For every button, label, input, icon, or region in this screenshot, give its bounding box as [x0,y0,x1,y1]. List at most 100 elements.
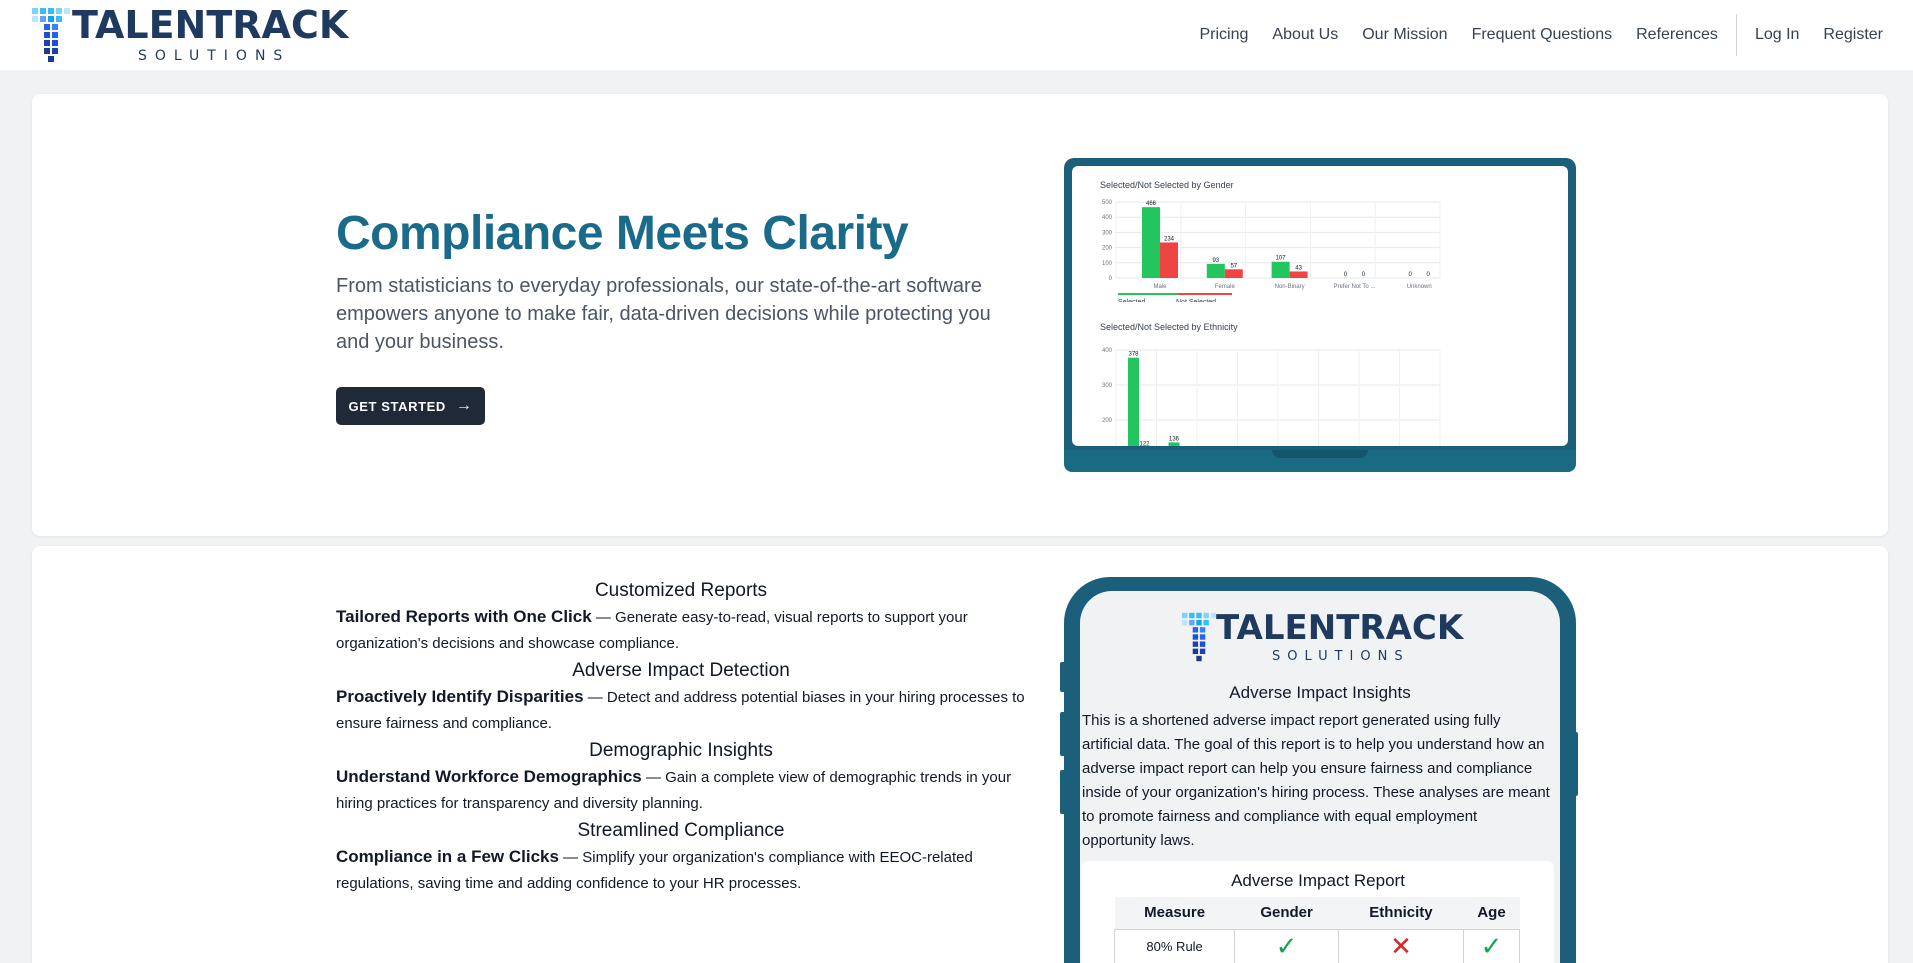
legend-selected-label: Selected [1118,299,1145,302]
column-header: Age [1463,897,1520,929]
gender-cell: ✓ [1234,928,1339,963]
report-card: Adverse Impact Report Measure Gender Eth… [1082,861,1554,963]
pixel-t-logo-icon [1181,612,1217,662]
cross-icon: ✕ [1390,930,1412,961]
phone-brand-logo: TALENTRACK SOLUTIONS [1180,609,1480,665]
column-header: Measure [1114,897,1235,929]
register-link[interactable]: Register [1823,24,1883,46]
feature-body: Tailored Reports with One Click — Genera… [336,604,1026,657]
get-started-button[interactable]: GET STARTED → [336,387,485,425]
data-label: 57 [1230,263,1237,269]
data-label: 234 [1164,236,1175,242]
feature-heading: Streamlined Compliance [577,820,785,841]
column-header: Ethnicity [1338,897,1464,929]
gender-chart: 0 100 200 300 400 500 466 93 107 0 0 234 57 43 0 0 Male F… [1102,200,1441,302]
check-icon: ✓ [1275,930,1298,961]
login-link[interactable]: Log In [1755,24,1799,46]
feature-body: Understand Workforce Demographics — Gain… [336,764,1026,817]
laptop-mockup: Selected/Not Selected by Gender 0 100 200 3… [1064,158,1576,472]
brand-tagline: SOLUTIONS [1272,649,1410,664]
feature-lead: Understand Workforce Demographics [336,767,642,786]
bar [1160,242,1178,278]
laptop-notch [1272,450,1368,458]
feature-lead: Tailored Reports with One Click [336,607,592,626]
x-tick-label: Non-Binary [1275,284,1305,290]
hero-subtitle: From statisticians to everyday professio… [336,275,991,353]
feature-heading: Demographic Insights [589,740,773,761]
nav-link-references[interactable]: References [1636,24,1718,46]
bar [1271,261,1290,278]
nav-link-about-us[interactable]: About Us [1272,24,1338,46]
x-tick-label: Prefer Not To ... [1333,284,1375,290]
feature-lead: Proactively Identify Disparities [336,687,584,706]
ethnicity-chart-title: Selected/Not Selected by Ethnicity [1100,322,1238,332]
feature-streamlined-compliance: Streamlined Compliance Compliance in a F… [336,818,1026,897]
nav-divider [1735,14,1737,56]
feature-adverse-impact: Adverse Impact Detection Proactively Ide… [336,658,1026,737]
report-title: Adverse Impact Report [1231,871,1405,890]
phone-mockup: TALENTRACK SOLUTIONS Adverse Impact Insi… [1064,577,1576,963]
data-label: 0 [1344,272,1348,278]
y-tick-label: 300 [1102,383,1113,389]
nav-link-faq[interactable]: Frequent Questions [1472,24,1613,46]
data-label: 93 [1212,258,1219,264]
bar [1289,271,1308,278]
measure-cell: 80% Rule [1113,928,1236,963]
feature-demographic-insights: Demographic Insights Understand Workforc… [336,738,1026,817]
legend-not-selected-label: Not Selected [1176,299,1216,302]
nav-link-our-mission[interactable]: Our Mission [1362,24,1447,46]
feature-customized-reports: Customized Reports Tailored Reports with… [336,578,1026,657]
y-tick-label: 100 [1102,261,1113,267]
report-table: Measure Gender Ethnicity Age 80% Rule ✓ … [1113,897,1520,963]
data-label: 43 [1295,265,1302,271]
bar [1224,269,1243,278]
y-tick-label: 400 [1102,348,1113,354]
table-header-row: Measure Gender Ethnicity Age [1114,897,1520,929]
phone-description: This is a shortened adverse impact repor… [1082,712,1550,849]
laptop-screen: Selected/Not Selected by Gender 0 100 200 3… [1072,166,1568,446]
feature-heading: Customized Reports [594,580,768,601]
top-navbar: TALENTRACK SOLUTIONS Pricing About Us Ou… [0,0,1913,70]
bar [1142,207,1160,278]
feature-lead: Compliance in a Few Clicks [336,847,559,866]
nav-link-pricing[interactable]: Pricing [1200,24,1249,46]
feature-body: Compliance in a Few Clicks — Simplify yo… [336,844,1026,897]
bar [1168,442,1180,446]
bar [1128,357,1139,446]
brand-name: TALENTRACK [72,3,349,47]
get-started-label: GET STARTED [348,398,446,414]
arrow-right-icon: → [455,397,473,414]
data-label: 378 [1128,352,1139,358]
brand-name: TALENTRACK [1216,608,1464,648]
data-label: 0 [1362,272,1366,278]
data-label: 107 [1276,256,1287,262]
pixel-t-logo-icon [32,8,70,62]
y-tick-label: 500 [1102,200,1113,206]
ethnicity-cell: ✕ [1337,928,1465,963]
x-tick-label: Unknown [1407,284,1432,290]
phone-screen: TALENTRACK SOLUTIONS Adverse Impact Insi… [1080,591,1560,963]
data-label: 136 [1169,436,1180,442]
check-icon: ✓ [1480,930,1503,961]
y-tick-label: 0 [1109,276,1113,282]
brand-tagline: SOLUTIONS [138,48,291,64]
hero-title: Compliance Meets Clarity [336,207,909,260]
y-tick-label: 200 [1102,246,1113,252]
ethnicity-chart: 100200300400378136651226487 [1102,348,1441,446]
data-label: 122 [1139,441,1150,446]
y-tick-label: 300 [1102,230,1113,236]
x-tick-label: Male [1153,284,1167,290]
age-cell: ✓ [1463,928,1520,963]
data-label: 466 [1146,201,1157,207]
bar [1206,263,1225,278]
feature-body: Proactively Identify Disparities — Detec… [336,684,1026,737]
feature-heading: Adverse Impact Detection [572,660,790,681]
table-row: 80% Rule ✓ ✕ ✓ [1113,928,1520,963]
y-tick-label: 400 [1102,215,1113,221]
x-tick-label: Female [1215,284,1236,290]
nav-links: Pricing About Us Our Mission Frequent Qu… [1176,14,1883,56]
data-label: 0 [1409,272,1413,278]
brand-logo[interactable]: TALENTRACK SOLUTIONS [30,4,370,66]
data-label: 0 [1427,272,1431,278]
column-header: Gender [1234,897,1339,929]
